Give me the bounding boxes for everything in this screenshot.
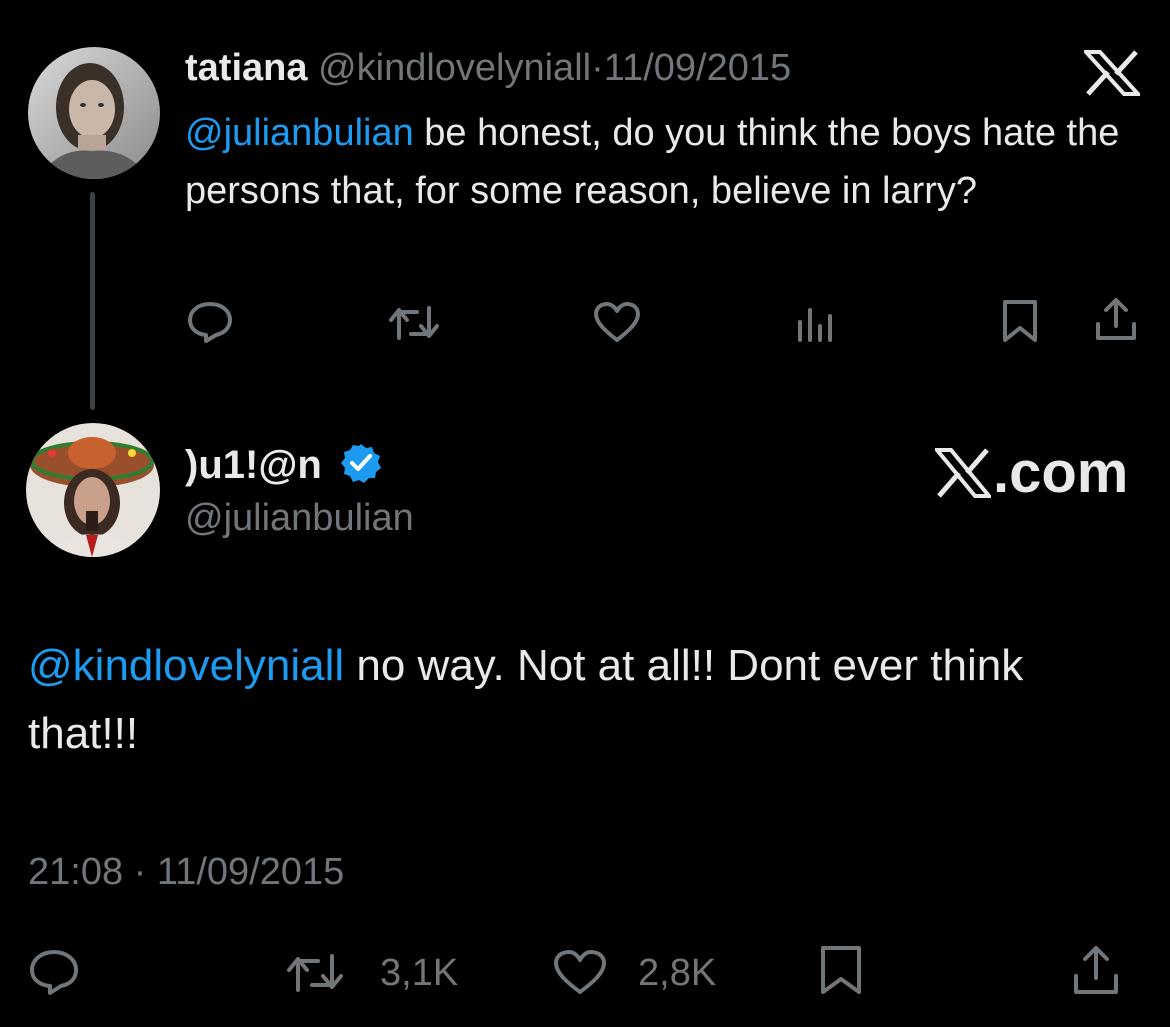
reply-icon[interactable] bbox=[28, 948, 80, 996]
retweet-count[interactable]: 3,1K bbox=[380, 949, 458, 997]
thread-connector-line bbox=[90, 192, 95, 410]
share-icon[interactable] bbox=[1094, 296, 1138, 342]
avatar-julian[interactable] bbox=[26, 423, 160, 557]
timestamp-separator: · bbox=[133, 851, 147, 893]
x-com-text: .com bbox=[993, 440, 1129, 505]
share-icon[interactable] bbox=[1072, 944, 1120, 996]
retweet-icon[interactable] bbox=[387, 304, 441, 342]
x-logo-icon bbox=[935, 448, 991, 498]
tweet-screenshot: tatiana @kindlovelyniall·11/09/2015 @jul… bbox=[0, 0, 1170, 1027]
x-com-watermark: .com bbox=[935, 440, 1128, 506]
reply-icon[interactable] bbox=[186, 300, 234, 344]
like-icon[interactable] bbox=[552, 948, 608, 996]
like-count[interactable]: 2,8K bbox=[638, 949, 716, 997]
parent-mention-link[interactable]: @julianbulian bbox=[185, 112, 414, 154]
main-author-handle[interactable]: @julianbulian bbox=[185, 494, 414, 542]
parent-author-name[interactable]: tatiana bbox=[185, 47, 307, 89]
parent-author-handle[interactable]: @kindlovelyniall bbox=[318, 47, 591, 89]
parent-date[interactable]: 11/09/2015 bbox=[604, 47, 791, 89]
like-icon[interactable] bbox=[592, 300, 642, 344]
verified-badge-icon bbox=[340, 442, 382, 484]
main-tweet-text: @kindlovelyniall no way. Not at all!! Do… bbox=[28, 632, 1138, 768]
bookmark-icon[interactable] bbox=[1000, 298, 1040, 344]
tweet-timestamp[interactable]: 21:08 · 11/09/2015 bbox=[28, 848, 344, 896]
main-author-name[interactable]: )u1!@n bbox=[185, 440, 322, 490]
tweet-time: 21:08 bbox=[28, 851, 124, 893]
views-icon[interactable] bbox=[796, 304, 838, 342]
x-logo-icon bbox=[1081, 50, 1143, 96]
bookmark-icon[interactable] bbox=[818, 944, 864, 996]
parent-separator: · bbox=[591, 47, 604, 89]
parent-tweet-text: @julianbulian be honest, do you think th… bbox=[185, 104, 1145, 220]
tweet-date: 11/09/2015 bbox=[156, 851, 345, 893]
retweet-icon[interactable] bbox=[285, 952, 345, 994]
parent-tweet-header: tatiana @kindlovelyniall·11/09/2015 bbox=[185, 44, 791, 92]
avatar-tatiana[interactable] bbox=[28, 47, 160, 179]
main-mention-link[interactable]: @kindlovelyniall bbox=[28, 641, 344, 690]
